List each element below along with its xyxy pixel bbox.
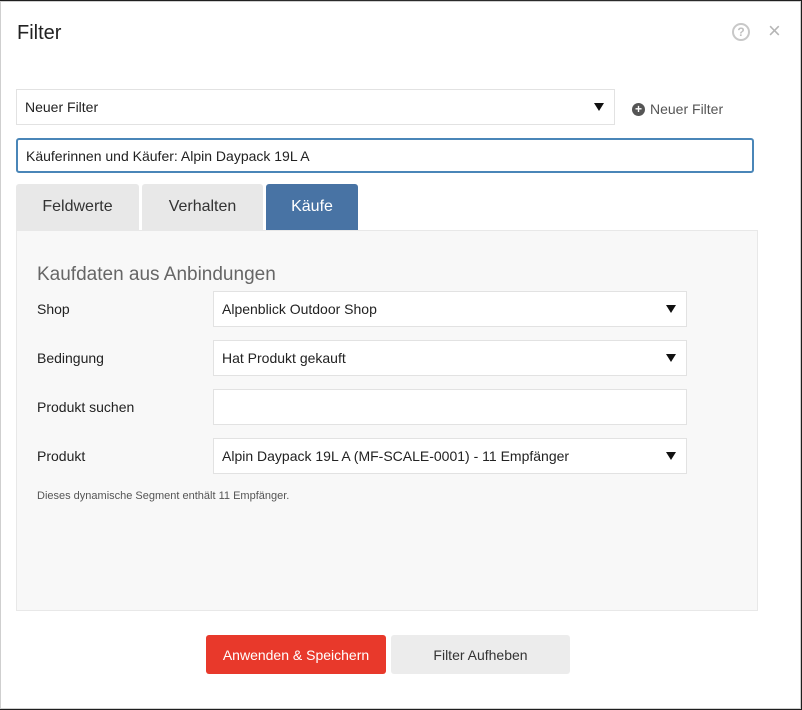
tab-verhalten[interactable]: Verhalten (142, 184, 263, 230)
chevron-down-icon (594, 103, 604, 111)
product-search-input[interactable] (213, 389, 687, 425)
close-icon[interactable]: × (768, 20, 781, 42)
chevron-down-icon (666, 305, 676, 313)
help-icon[interactable]: ? (732, 23, 750, 41)
filter-select[interactable]: Neuer Filter (16, 89, 615, 125)
product-select[interactable]: Alpin Daypack 19L A (MF-SCALE-0001) - 11… (213, 438, 687, 474)
segment-info-text: Dieses dynamische Segment enthält 11 Emp… (37, 490, 290, 502)
product-select-value: Alpin Daypack 19L A (MF-SCALE-0001) - 11… (222, 448, 570, 464)
filter-name-input[interactable] (16, 138, 754, 173)
panel-heading: Kaufdaten aus Anbindungen (37, 264, 276, 285)
apply-save-button[interactable]: Anwenden & Speichern (206, 635, 386, 674)
condition-select[interactable]: Hat Produkt gekauft (213, 340, 687, 376)
chevron-down-icon (666, 354, 676, 362)
shop-select[interactable]: Alpenblick Outdoor Shop (213, 291, 687, 327)
shop-label: Shop (37, 301, 70, 317)
chevron-down-icon (666, 452, 676, 460)
product-search-label: Produkt suchen (37, 399, 135, 415)
product-label: Produkt (37, 448, 86, 464)
tab-feldwerte[interactable]: Feldwerte (16, 184, 139, 230)
filter-select-value: Neuer Filter (25, 99, 99, 115)
condition-select-value: Hat Produkt gekauft (222, 350, 346, 366)
tab-kaeufe[interactable]: Käufe (266, 184, 358, 230)
new-filter-button[interactable]: + Neuer Filter (632, 101, 723, 117)
purchases-panel: Kaufdaten aus Anbindungen Shop Alpenblic… (16, 230, 758, 611)
new-filter-label: Neuer Filter (650, 101, 724, 117)
filter-dialog: Filter ? × Neuer Filter + Neuer Filter F… (0, 1, 801, 709)
condition-label: Bedingung (37, 350, 104, 366)
dialog-title: Filter (17, 22, 62, 44)
shop-select-value: Alpenblick Outdoor Shop (222, 301, 377, 317)
plus-circle-icon: + (632, 102, 645, 116)
clear-filter-button[interactable]: Filter Aufheben (391, 635, 570, 674)
